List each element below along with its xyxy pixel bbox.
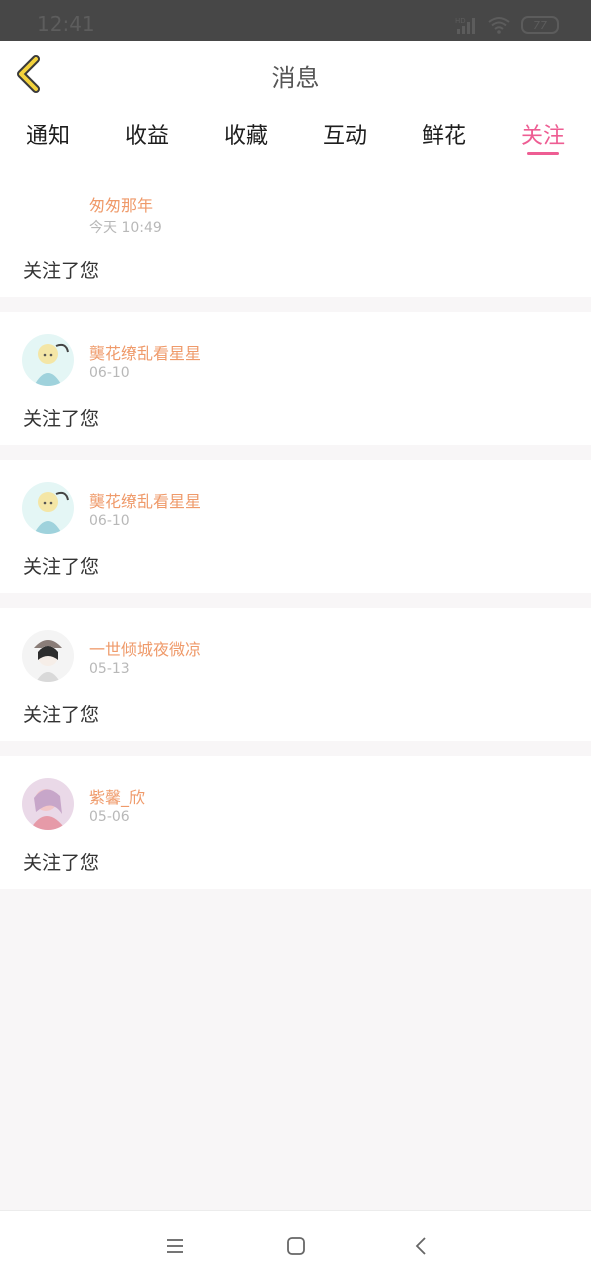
message-text: 关注了您 bbox=[23, 408, 100, 430]
username[interactable]: 匆匆那年 bbox=[89, 192, 153, 216]
avatar bbox=[22, 186, 74, 238]
username[interactable]: 一世倾城夜微凉 bbox=[89, 636, 201, 660]
username[interactable]: 龑花缭乱看星星 bbox=[89, 488, 201, 512]
tab-follow[interactable]: 关注 bbox=[503, 118, 583, 150]
status-time: 12:41 bbox=[37, 12, 95, 36]
tab-interaction[interactable]: 互动 bbox=[305, 118, 385, 150]
timestamp: 05-06 bbox=[89, 809, 130, 825]
username[interactable]: 紫馨_欣 bbox=[89, 784, 145, 808]
tab-bar: 通知 收益 收藏 互动 鲜花 关注 bbox=[0, 106, 591, 164]
message-text: 关注了您 bbox=[23, 704, 100, 726]
avatar-image bbox=[22, 778, 74, 830]
message-text: 关注了您 bbox=[23, 260, 100, 282]
avatar[interactable] bbox=[22, 778, 74, 830]
back-icon[interactable] bbox=[410, 1235, 432, 1257]
timestamp: 今天 10:49 bbox=[89, 220, 162, 236]
system-nav-bar bbox=[0, 1210, 591, 1281]
username[interactable]: 龑花缭乱看星星 bbox=[89, 340, 201, 364]
tab-earnings[interactable]: 收益 bbox=[107, 118, 187, 150]
avatar[interactable] bbox=[22, 334, 74, 386]
list-item[interactable]: 龑花缭乱看星星 06-10 关注了您 bbox=[0, 460, 591, 593]
home-icon[interactable] bbox=[285, 1235, 307, 1257]
signal-icon: HD bbox=[455, 17, 475, 34]
tab-favorites[interactable]: 收藏 bbox=[206, 118, 286, 150]
avatar[interactable] bbox=[22, 630, 74, 682]
list-item[interactable]: 匆匆那年 今天 10:49 关注了您 bbox=[0, 164, 591, 297]
page-title: 消息 bbox=[271, 64, 320, 92]
header: 消息 bbox=[0, 41, 591, 107]
avatar-image bbox=[22, 482, 74, 534]
avatar[interactable] bbox=[22, 482, 74, 534]
hd-label: HD bbox=[455, 17, 466, 25]
avatar-image bbox=[22, 334, 74, 386]
message-text: 关注了您 bbox=[23, 556, 100, 578]
timestamp: 06-10 bbox=[89, 513, 130, 529]
battery-level: 77 bbox=[533, 18, 547, 32]
timestamp: 05-13 bbox=[89, 661, 130, 677]
avatar-image bbox=[22, 630, 74, 682]
list-item[interactable]: 一世倾城夜微凉 05-13 关注了您 bbox=[0, 608, 591, 741]
active-tab-indicator bbox=[527, 152, 559, 155]
tab-flowers[interactable]: 鲜花 bbox=[404, 118, 484, 150]
tab-notice[interactable]: 通知 bbox=[8, 118, 88, 150]
battery-icon: 77 bbox=[521, 16, 559, 34]
status-bar: 12:41 HD 77 bbox=[0, 0, 591, 41]
list-item[interactable]: 龑花缭乱看星星 06-10 关注了您 bbox=[0, 312, 591, 445]
menu-icon[interactable] bbox=[164, 1235, 186, 1257]
list-item[interactable]: 紫馨_欣 05-06 关注了您 bbox=[0, 756, 591, 889]
status-icons: HD 77 bbox=[455, 15, 559, 35]
wifi-icon bbox=[488, 17, 510, 34]
timestamp: 06-10 bbox=[89, 365, 130, 381]
message-text: 关注了您 bbox=[23, 852, 100, 874]
